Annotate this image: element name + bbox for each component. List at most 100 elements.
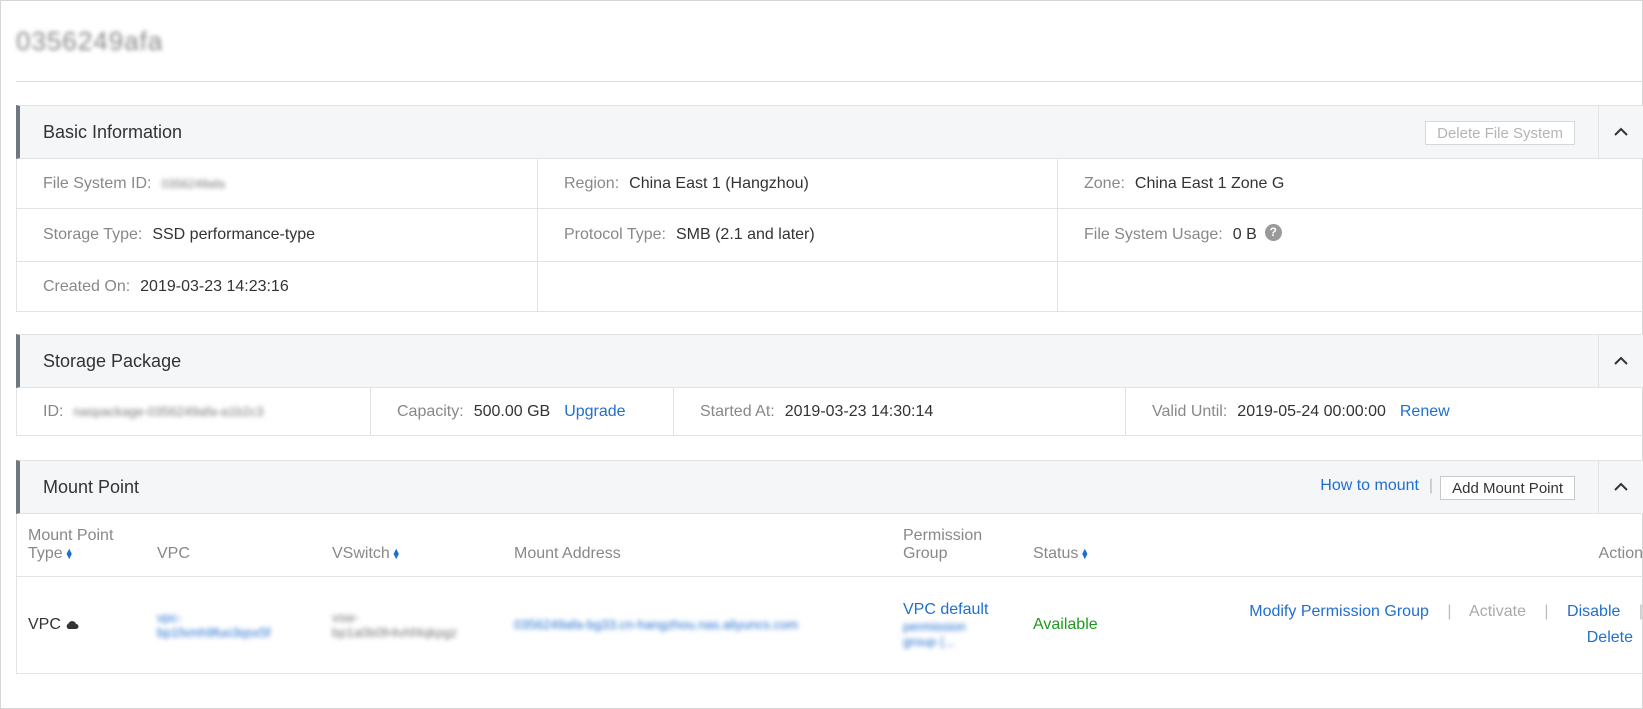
started-at-cell: Started At: 2019-03-23 14:30:14 <box>674 388 1126 435</box>
table-row: VPC vpc- bp1fxmh9fuo3qsx5f vsw- bp1a0b0f… <box>17 576 1643 674</box>
package-id-label: ID: <box>43 402 64 420</box>
vswitch-value: bp1a0b0fr4vhf4qkpgz <box>332 625 458 640</box>
status-badge: Available <box>1033 616 1098 633</box>
basic-information-section: Basic Information Delete File System Fil… <box>16 105 1643 312</box>
type-cell: VPC <box>17 576 146 674</box>
region-value: China East 1 (Hangzhou) <box>629 174 809 192</box>
vswitch-cell: vsw- bp1a0b0fr4vhf4qkpgz <box>321 576 503 674</box>
file-system-id-value: 0356249afa <box>161 176 225 191</box>
delete-file-system-button[interactable]: Delete File System <box>1425 121 1575 145</box>
action-cell: Modify Permission Group | Activate | Dis… <box>1142 576 1643 674</box>
header-vpc: VPC <box>157 545 190 562</box>
disable-link[interactable]: Disable <box>1567 603 1620 620</box>
separator: | <box>1428 477 1433 494</box>
collapse-basic-button[interactable] <box>1598 106 1643 158</box>
protocol-type-value: SMB (2.1 and later) <box>675 226 815 243</box>
modify-permission-group-link[interactable]: Modify Permission Group <box>1249 603 1429 620</box>
separator: | <box>1447 603 1452 620</box>
vswitch-value: vsw- <box>332 610 359 625</box>
capacity-cell: Capacity: 500.00 GB Upgrade <box>371 388 674 435</box>
mount-point-table: Mount Point Type ▲ ▼ VPC VSwitch ▲ ▼ Mount A… <box>17 514 1643 674</box>
table-header-row: Mount Point Type ▲ ▼ VPC VSwitch ▲ ▼ Mount A… <box>17 514 1643 577</box>
add-mount-point-button[interactable]: Add Mount Point <box>1440 476 1575 500</box>
mount-point-header: Mount Point How to mount | Add Mount Poi… <box>16 460 1643 514</box>
header-status: Status <box>1033 545 1079 562</box>
info-row: Storage Type: SSD performance-type Proto… <box>17 209 1643 262</box>
mount-address-value[interactable]: 0356249afa-bg33.cn-hangzhou.nas.aliyuncs… <box>514 617 798 632</box>
vpc-link[interactable]: vpc- <box>157 610 321 625</box>
created-on-label: Created On: <box>43 277 131 295</box>
file-system-id-label: File System ID: <box>43 174 152 192</box>
cloud-icon <box>67 620 79 629</box>
how-to-mount-link[interactable]: How to mount <box>1320 477 1419 495</box>
chevron-up-icon <box>1614 482 1628 491</box>
chevron-up-icon <box>1614 356 1628 365</box>
permission-cell: VPC default permission group (... <box>892 576 1022 674</box>
column-header-action: Action <box>1142 514 1643 577</box>
column-header-permission: Permission Group <box>892 514 1022 577</box>
section-title: Basic Information <box>43 122 183 142</box>
activate-link[interactable]: Activate <box>1469 603 1526 620</box>
renew-link[interactable]: Renew <box>1400 403 1450 421</box>
valid-until-value: 2019-05-24 00:00:00 <box>1237 402 1386 420</box>
section-title: Mount Point <box>43 477 140 497</box>
chevron-up-icon <box>1614 127 1628 136</box>
zone-label: Zone: <box>1084 174 1125 192</box>
header-type-line2: Type <box>28 545 63 562</box>
section-title: Storage Package <box>43 351 182 371</box>
status-cell: Available <box>1022 576 1142 674</box>
separator: | <box>1638 603 1643 620</box>
usage-label: File System Usage: <box>1084 226 1223 243</box>
collapse-mount-button[interactable] <box>1598 461 1643 513</box>
permission-group-link[interactable]: group (... <box>903 634 1022 649</box>
type-value: VPC <box>28 616 61 633</box>
permission-group-link[interactable]: VPC default <box>903 601 1022 619</box>
basic-information-header: Basic Information Delete File System <box>16 105 1643 159</box>
permission-group-link[interactable]: permission <box>903 619 1022 634</box>
title-divider <box>16 81 1643 82</box>
empty-cell <box>538 262 1058 311</box>
created-on-cell: Created On: 2019-03-23 14:23:16 <box>17 262 538 311</box>
info-row: Created On: 2019-03-23 14:23:16 <box>17 262 1643 312</box>
zone-value: China East 1 Zone G <box>1134 174 1285 192</box>
valid-until-cell: Valid Until: 2019-05-24 00:00:00 Renew <box>1126 388 1643 435</box>
header-perm-line2: Group <box>903 545 948 562</box>
upgrade-link[interactable]: Upgrade <box>564 403 625 421</box>
storage-package-header: Storage Package <box>16 334 1643 388</box>
column-header-type[interactable]: Mount Point Type ▲ ▼ <box>17 514 146 577</box>
protocol-type-label: Protocol Type: <box>564 226 666 243</box>
started-at-value: 2019-03-23 14:30:14 <box>784 402 934 420</box>
zone-cell: Zone: China East 1 Zone G <box>1058 159 1643 208</box>
usage-cell: File System Usage: 0 B ? <box>1058 209 1643 261</box>
vpc-link[interactable]: bp1fxmh9fuo3qsx5f <box>157 625 321 640</box>
header-action: Action <box>1598 545 1643 562</box>
header-vswitch: VSwitch <box>332 545 390 562</box>
column-header-vpc: VPC <box>146 514 321 577</box>
help-icon[interactable]: ? <box>1264 223 1282 241</box>
collapse-package-button[interactable] <box>1598 335 1643 387</box>
region-cell: Region: China East 1 (Hangzhou) <box>538 159 1058 208</box>
sort-icon[interactable]: ▲ ▼ <box>392 546 401 560</box>
storage-type-value: SSD performance-type <box>152 226 316 243</box>
empty-cell <box>1058 262 1643 311</box>
delete-link[interactable]: Delete <box>1587 629 1633 646</box>
separator: | <box>1544 603 1549 620</box>
mount-point-section: Mount Point How to mount | Add Mount Poi… <box>16 460 1643 674</box>
column-header-address: Mount Address <box>503 514 892 577</box>
capacity-label: Capacity: <box>397 402 464 420</box>
region-label: Region: <box>564 174 620 192</box>
package-id-value: naspackage-0356249afa-a1b2c3 <box>73 404 264 419</box>
valid-until-label: Valid Until: <box>1152 402 1228 420</box>
info-row: File System ID: 0356249afa Region: China… <box>17 159 1643 209</box>
sort-icon[interactable]: ▲ ▼ <box>65 546 74 560</box>
protocol-type-cell: Protocol Type: SMB (2.1 and later) <box>538 209 1058 261</box>
started-at-label: Started At: <box>700 402 775 420</box>
address-cell: 0356249afa-bg33.cn-hangzhou.nas.aliyuncs… <box>503 576 892 674</box>
header-address: Mount Address <box>514 545 621 562</box>
usage-value: 0 B <box>1232 226 1257 243</box>
storage-package-section: Storage Package ID: naspackage-0356249af… <box>16 334 1643 436</box>
column-header-status[interactable]: Status ▲ ▼ <box>1022 514 1142 577</box>
column-header-vswitch[interactable]: VSwitch ▲ ▼ <box>321 514 503 577</box>
created-on-value: 2019-03-23 14:23:16 <box>140 277 289 295</box>
sort-icon[interactable]: ▲ ▼ <box>1080 546 1089 560</box>
